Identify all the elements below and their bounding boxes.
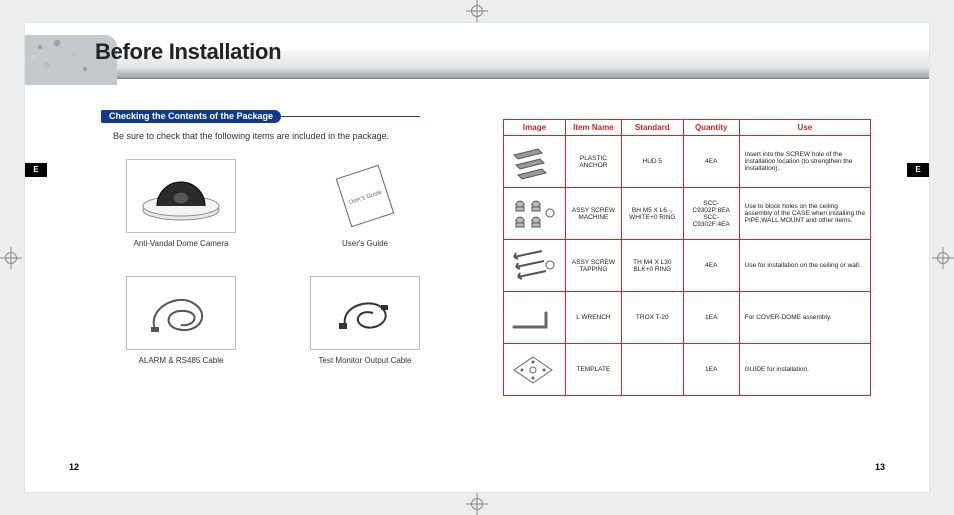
alarm-cable-icon <box>126 276 236 350</box>
item-caption: Anti-Vandal Dome Camera <box>133 239 228 248</box>
item-caption: Test Monitor Output Cable <box>319 356 412 365</box>
intro-text: Be sure to check that the following item… <box>113 131 437 141</box>
crop-mark-right <box>932 247 954 269</box>
item-caption: User's Guide <box>342 239 388 248</box>
page-title: Before Installation <box>95 39 281 65</box>
page-right: E Image Item Name Standard Quantity Use <box>477 23 929 492</box>
cell-qty: 4EA <box>683 240 739 292</box>
crop-mark-bottom <box>466 493 488 515</box>
item-dome-camera: Anti-Vandal Dome Camera <box>113 159 249 248</box>
crop-mark-left <box>0 247 22 269</box>
cell-standard: HUD 5 <box>621 136 683 188</box>
page-number-right: 13 <box>875 462 885 472</box>
col-standard: Standard <box>621 120 683 136</box>
cell-qty: 1EA <box>683 292 739 344</box>
side-tab: E <box>25 163 47 177</box>
table-row: PLASTIC ANCHOR HUD 5 4EA Insert into the… <box>504 136 871 188</box>
cell-use: For COVER-DOME assembly. <box>739 292 870 344</box>
section-heading-rule <box>280 116 420 117</box>
package-items-grid: Anti-Vandal Dome Camera User's Guide Use… <box>113 159 433 365</box>
machine-screw-icon <box>504 188 566 240</box>
cell-name: L WRENCH <box>565 292 621 344</box>
col-use: Use <box>739 120 870 136</box>
page-spread: Before Installation E Checking the Conte… <box>25 23 929 492</box>
item-monitor-cable: Test Monitor Output Cable <box>297 276 433 365</box>
users-guide-icon: User's Guide <box>310 159 420 233</box>
item-alarm-cable: ALARM & RS485 Cable <box>113 276 249 365</box>
col-quantity: Quantity <box>683 120 739 136</box>
section-heading: Checking the Contents of the Package <box>101 109 420 124</box>
col-itemname: Item Name <box>565 120 621 136</box>
anchor-icon <box>504 136 566 188</box>
cell-qty: 1EA <box>683 344 739 396</box>
cell-use: Use for installation on the ceiling or w… <box>739 240 870 292</box>
cell-qty: SCC-C9302P:8EA SCC-C9302F:4EA <box>683 188 739 240</box>
side-tab-right: E <box>907 163 929 177</box>
header-banner-right <box>477 35 929 85</box>
dome-camera-icon <box>126 159 236 233</box>
table-row: L WRENCH TROX T-20 1EA For COVER-DOME as… <box>504 292 871 344</box>
table-row: ASSY SCREW TAPPING TH M4 X L30 BLK+0 RIN… <box>504 240 871 292</box>
cell-standard: TROX T-20 <box>621 292 683 344</box>
tapping-screw-icon <box>504 240 566 292</box>
item-caption: ALARM & RS485 Cable <box>139 356 224 365</box>
table-row: ASSY SCREW MACHINE BH M5 X L6.-, WHITE+0… <box>504 188 871 240</box>
cell-name: PLASTIC ANCHOR <box>565 136 621 188</box>
page-left: Before Installation E Checking the Conte… <box>25 23 477 492</box>
cell-use: Insert into the SCREW hole of the instal… <box>739 136 870 188</box>
cell-standard <box>621 344 683 396</box>
cell-qty: 4EA <box>683 136 739 188</box>
cell-use: GUIDE for installation. <box>739 344 870 396</box>
crop-mark-top <box>466 0 488 22</box>
cell-name: ASSY SCREW MACHINE <box>565 188 621 240</box>
template-icon <box>504 344 566 396</box>
cell-standard: BH M5 X L6.-, WHITE+0 RING <box>621 188 683 240</box>
item-users-guide: User's Guide User's Guide <box>297 159 433 248</box>
cell-name: TEMPLATE <box>565 344 621 396</box>
cell-name: ASSY SCREW TAPPING <box>565 240 621 292</box>
col-image: Image <box>504 120 566 136</box>
table-row: TEMPLATE 1EA GUIDE for installation. <box>504 344 871 396</box>
cell-standard: TH M4 X L30 BLK+0 RING <box>621 240 683 292</box>
page-number-left: 12 <box>69 462 79 472</box>
section-heading-label: Checking the Contents of the Package <box>101 110 281 123</box>
cell-use: Use to block holes on the ceiling assemb… <box>739 188 870 240</box>
parts-table-header-row: Image Item Name Standard Quantity Use <box>504 120 871 136</box>
l-wrench-icon <box>504 292 566 344</box>
monitor-cable-icon <box>310 276 420 350</box>
parts-table: Image Item Name Standard Quantity Use <box>503 119 871 396</box>
